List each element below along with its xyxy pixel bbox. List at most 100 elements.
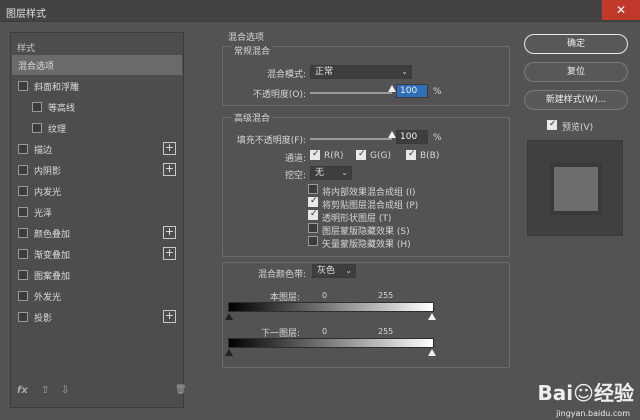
this-layer-max: 255: [378, 291, 394, 300]
add-effect-icon[interactable]: +: [163, 163, 176, 176]
style-item-label: 纹理: [48, 125, 67, 135]
channel-checkbox[interactable]: [356, 149, 366, 160]
style-item[interactable]: 内发光: [12, 181, 182, 201]
advanced-option-checkbox[interactable]: [308, 209, 318, 220]
style-item-checkbox[interactable]: [32, 102, 42, 112]
blend-options-title: 混合选项: [228, 33, 265, 43]
style-item[interactable]: 渐变叠加 +: [12, 244, 182, 264]
advanced-blending-title: 高级混合: [232, 111, 273, 124]
knockout-select[interactable]: 无 ⌄: [310, 166, 352, 180]
style-preview: [527, 140, 623, 236]
style-item-checkbox[interactable]: [18, 207, 28, 217]
preview-checkbox[interactable]: [547, 119, 557, 130]
blend-mode-select[interactable]: 正常 ⌄: [310, 65, 412, 79]
advanced-option-label: 图层蒙版隐藏效果 (S): [322, 227, 410, 237]
add-effect-icon[interactable]: +: [163, 226, 176, 239]
style-item[interactable]: 内阴影 +: [12, 160, 182, 180]
styles-footer: fx ⇧ ⇩ 🗑: [11, 385, 186, 401]
this-layer-black-handle[interactable]: [225, 313, 233, 320]
advanced-option-checkbox[interactable]: [308, 223, 318, 233]
channels-label: 通道:: [284, 154, 306, 164]
ok-button[interactable]: 确定: [524, 34, 628, 54]
style-item[interactable]: 图案叠加: [12, 265, 182, 285]
underlying-layer-max: 255: [378, 327, 394, 336]
underlying-layer-min: 0: [322, 327, 328, 336]
style-item[interactable]: 描边 +: [12, 139, 182, 159]
style-item[interactable]: 混合选项: [12, 55, 182, 75]
blend-mode-value: 正常: [315, 67, 334, 77]
knockout-label: 挖空:: [284, 171, 306, 181]
blend-if-value: 灰色: [317, 266, 336, 276]
underlying-layer-black-handle[interactable]: [225, 349, 233, 356]
opacity-label: 不透明度(O):: [252, 90, 306, 100]
channel-checkbox[interactable]: [310, 149, 320, 160]
style-item-checkbox[interactable]: [18, 228, 28, 238]
style-item-label: 斜面和浮雕: [34, 83, 80, 93]
style-item-checkbox[interactable]: [18, 165, 28, 175]
channel-label: R(R): [324, 151, 344, 161]
move-down-icon[interactable]: ⇩: [61, 385, 69, 396]
style-item-checkbox[interactable]: [18, 291, 28, 301]
style-item[interactable]: 斜面和浮雕: [12, 76, 182, 96]
preview-label: 预览(V): [562, 123, 594, 133]
style-item[interactable]: 光泽: [12, 202, 182, 222]
style-item[interactable]: 外发光: [12, 286, 182, 306]
blend-if-label: 混合颜色带:: [257, 270, 306, 280]
baidu-watermark-url: jingyan.baidu.com: [556, 409, 630, 418]
style-item-checkbox[interactable]: [18, 249, 28, 259]
style-item-checkbox[interactable]: [18, 144, 28, 154]
style-preview-swatch: [550, 163, 602, 215]
fill-opacity-input[interactable]: 100: [396, 130, 428, 144]
styles-header[interactable]: 样式: [17, 41, 35, 54]
new-style-button[interactable]: 新建样式(W)...: [524, 90, 628, 110]
style-item-label: 颜色叠加: [34, 230, 71, 240]
this-layer-gradient[interactable]: [228, 302, 434, 312]
underlying-layer-gradient[interactable]: [228, 338, 434, 348]
style-item-label: 等高线: [48, 104, 76, 114]
style-item-label: 投影: [34, 314, 53, 324]
channel-label: G(G): [370, 151, 391, 161]
add-effect-icon[interactable]: +: [163, 142, 176, 155]
opacity-input[interactable]: 100: [396, 84, 428, 98]
chevron-down-icon: ⌄: [345, 266, 352, 275]
style-item-checkbox[interactable]: [18, 81, 28, 91]
advanced-option-checkbox[interactable]: [308, 184, 318, 194]
general-blending-title: 常规混合: [232, 44, 273, 57]
style-item-label: 内阴影: [34, 167, 62, 177]
style-item[interactable]: 纹理: [12, 118, 182, 138]
style-item[interactable]: 投影 +: [12, 307, 182, 327]
advanced-option-checkbox[interactable]: [308, 196, 318, 207]
channel-checkbox[interactable]: [406, 149, 416, 160]
opacity-slider-track[interactable]: [310, 92, 392, 94]
chevron-down-icon: ⌄: [341, 168, 348, 177]
add-effect-icon[interactable]: +: [163, 310, 176, 323]
channel-label: B(B): [420, 151, 440, 161]
knockout-value: 无: [315, 168, 325, 178]
style-item-checkbox[interactable]: [18, 312, 28, 322]
style-item-label: 外发光: [34, 293, 62, 303]
reset-button[interactable]: 复位: [524, 62, 628, 82]
fx-icon[interactable]: fx: [17, 385, 28, 396]
window-title: 图层样式: [6, 9, 46, 20]
advanced-option-checkbox[interactable]: [308, 236, 318, 246]
close-button[interactable]: ✕: [602, 0, 640, 20]
trash-icon[interactable]: 🗑: [175, 385, 186, 395]
fill-opacity-slider-thumb[interactable]: [388, 131, 396, 138]
move-up-icon[interactable]: ⇧: [41, 385, 49, 396]
style-item-checkbox[interactable]: [32, 123, 42, 133]
style-item-label: 内发光: [34, 188, 62, 198]
style-item-checkbox[interactable]: [18, 270, 28, 280]
style-item-checkbox[interactable]: [18, 186, 28, 196]
add-effect-icon[interactable]: +: [163, 247, 176, 260]
fill-opacity-label: 填充不透明度(F):: [236, 136, 306, 146]
opacity-slider-thumb[interactable]: [388, 85, 396, 92]
blend-mode-label: 混合模式:: [266, 70, 306, 80]
blend-if-select[interactable]: 灰色 ⌄: [312, 264, 356, 278]
advanced-option-label: 透明形状图层 (T): [322, 214, 392, 224]
style-item-label: 光泽: [34, 209, 53, 219]
style-item[interactable]: 颜色叠加 +: [12, 223, 182, 243]
fill-opacity-slider-track[interactable]: [310, 138, 392, 140]
underlying-layer-white-handle[interactable]: [428, 349, 436, 356]
style-item[interactable]: 等高线: [12, 97, 182, 117]
this-layer-white-handle[interactable]: [428, 313, 436, 320]
